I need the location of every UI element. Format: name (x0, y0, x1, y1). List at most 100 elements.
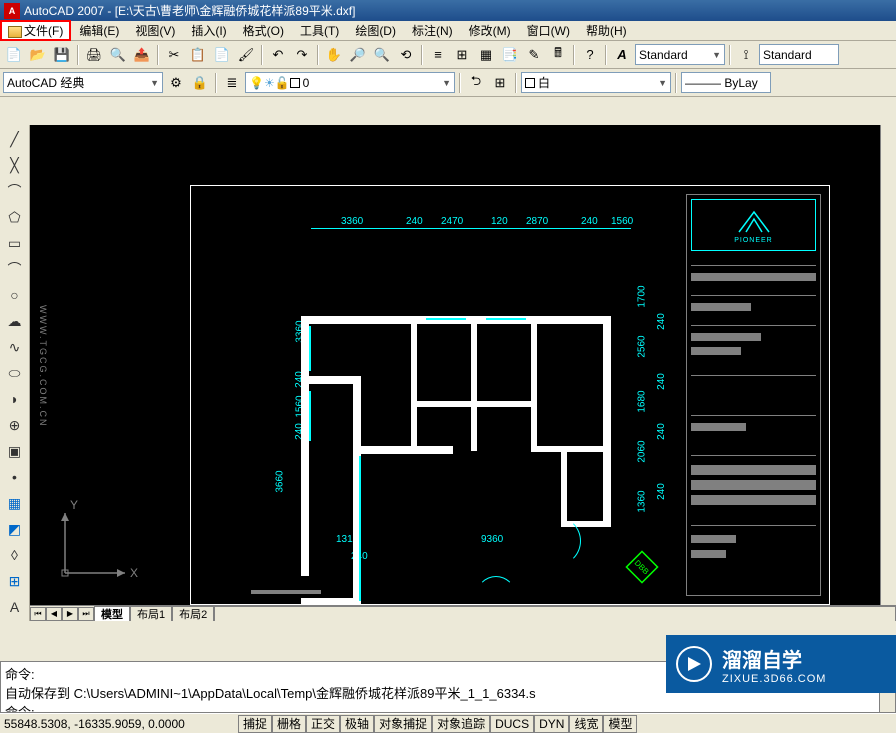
hatch-icon[interactable]: ▦ (4, 492, 26, 514)
textstyle-combo[interactable]: Standard▼ (635, 44, 725, 65)
match-icon[interactable]: 🖌 (235, 44, 257, 66)
gradient-icon[interactable]: ◩ (4, 518, 26, 540)
help-icon[interactable]: ? (579, 44, 601, 66)
tab-last-icon[interactable]: ⏭ (78, 607, 94, 621)
copy-icon[interactable]: 📋 (187, 44, 209, 66)
menu-insert[interactable]: 插入(I) (183, 20, 234, 41)
layer-prev-icon[interactable]: ⮌ (465, 72, 487, 94)
plot-icon[interactable]: 🖨 (83, 44, 105, 66)
otrack-toggle[interactable]: 对象追踪 (432, 715, 490, 733)
ws-settings-icon[interactable]: ⚙ (165, 72, 187, 94)
zoom-rt-icon[interactable]: 🔎 (347, 44, 369, 66)
menu-window[interactable]: 窗口(W) (519, 20, 578, 41)
ducs-toggle[interactable]: DUCS (490, 715, 534, 733)
new-icon[interactable]: 📄 (3, 44, 25, 66)
tab-layout2[interactable]: 布局2 (172, 606, 214, 622)
osnap-toggle[interactable]: 对象捕捉 (374, 715, 432, 733)
xline-icon[interactable]: ╳ (4, 154, 26, 176)
menu-view[interactable]: 视图(V) (127, 20, 183, 41)
style-a-icon[interactable]: A (611, 44, 633, 66)
polygon-icon[interactable]: ⬠ (4, 206, 26, 228)
dimstyle-icon[interactable]: ⟟ (735, 44, 757, 66)
vertical-scrollbar[interactable] (880, 125, 896, 605)
block-icon[interactable]: ▣ (4, 440, 26, 462)
insert-icon[interactable]: ⊕ (4, 414, 26, 436)
horizontal-scrollbar[interactable] (214, 606, 896, 622)
line-icon[interactable]: ╱ (4, 128, 26, 150)
color-combo[interactable]: 白 ▼ (521, 72, 671, 93)
tab-model[interactable]: 模型 (94, 606, 130, 622)
revcloud-icon[interactable]: ☁ (4, 310, 26, 332)
table-icon[interactable]: ⊞ (4, 570, 26, 592)
snap-toggle[interactable]: 捕捉 (238, 715, 272, 733)
undo-icon[interactable]: ↶ (267, 44, 289, 66)
draw-toolbar: ╱ ╳ ⌒ ⬠ ▭ ⌒ ○ ☁ ∿ ⬭ ◗ ⊕ ▣ • ▦ ◩ ◊ ⊞ A (0, 125, 30, 621)
layer-state-icon[interactable]: ⊞ (489, 72, 511, 94)
save-icon[interactable]: 💾 (51, 44, 73, 66)
region-icon[interactable]: ◊ (4, 544, 26, 566)
scale-bar (251, 590, 321, 594)
redo-icon[interactable]: ↷ (291, 44, 313, 66)
paste-icon[interactable]: 📄 (211, 44, 233, 66)
coords-display[interactable]: 55848.5308, -16335.9059, 0.0000 (0, 717, 238, 731)
open-icon[interactable]: 📂 (27, 44, 49, 66)
rect-icon[interactable]: ▭ (4, 232, 26, 254)
linetype-combo[interactable]: ——— ByLay (681, 72, 771, 93)
dim-top-6: 1560 (611, 216, 633, 227)
layer-combo[interactable]: 💡 ☀ 🔓 0 ▼ (245, 72, 455, 93)
workspace-combo[interactable]: AutoCAD 经典▼ (3, 72, 163, 93)
zoom-win-icon[interactable]: 🔍 (371, 44, 393, 66)
menu-tools[interactable]: 工具(T) (292, 20, 347, 41)
tab-layout1[interactable]: 布局1 (130, 606, 172, 622)
dimstyle-combo[interactable]: Standard (759, 44, 839, 65)
tab-first-icon[interactable]: ⏮ (30, 607, 46, 621)
sheet-icon[interactable]: 📑 (499, 44, 521, 66)
pline-icon[interactable]: ⌒ (4, 180, 26, 202)
tab-next-icon[interactable]: ▶ (62, 607, 78, 621)
menu-edit[interactable]: 编辑(E) (71, 20, 127, 41)
zoom-prev-icon[interactable]: ⟲ (395, 44, 417, 66)
dim-left-outer: 3660 (275, 470, 286, 492)
dim-top-3: 120 (491, 216, 508, 227)
point-icon[interactable]: • (4, 466, 26, 488)
menu-modify[interactable]: 修改(M) (461, 20, 519, 41)
tab-prev-icon[interactable]: ◀ (46, 607, 62, 621)
menu-file[interactable]: 文件(F) (0, 20, 71, 41)
preview-icon[interactable]: 🔍 (107, 44, 129, 66)
menu-help[interactable]: 帮助(H) (578, 20, 635, 41)
spline-icon[interactable]: ∿ (4, 336, 26, 358)
publish-icon[interactable]: 📤 (131, 44, 153, 66)
calc-icon[interactable]: 🖩 (547, 44, 569, 66)
ortho-toggle[interactable]: 正交 (306, 715, 340, 733)
watermark-sub: ZIXUE.3D66.COM (722, 673, 826, 685)
title-block: PIONEER (686, 194, 821, 596)
ws-lock-icon[interactable]: 🔒 (189, 72, 211, 94)
pan-icon[interactable]: ✋ (323, 44, 345, 66)
cut-icon[interactable]: ✂ (163, 44, 185, 66)
layout-tabs-bar: ⏮ ◀ ▶ ⏭ 模型 布局1 布局2 (30, 605, 896, 621)
markup-icon[interactable]: ✎ (523, 44, 545, 66)
arc-icon[interactable]: ⌒ (4, 258, 26, 280)
dim-ro-0: 240 (656, 313, 667, 330)
polar-toggle[interactable]: 极轴 (340, 715, 374, 733)
circle-icon[interactable]: ○ (4, 284, 26, 306)
model-toggle[interactable]: 模型 (603, 715, 637, 733)
ellipse-icon[interactable]: ⬭ (4, 362, 26, 384)
grid-toggle[interactable]: 栅格 (272, 715, 306, 733)
ellipsearc-icon[interactable]: ◗ (4, 388, 26, 410)
props-icon[interactable]: ≡ (427, 44, 449, 66)
color-value: 白 (538, 74, 550, 91)
dyn-toggle[interactable]: DYN (534, 715, 569, 733)
standard-toolbar: 📄 📂 💾 🖨 🔍 📤 ✂ 📋 📄 🖌 ↶ ↷ ✋ 🔎 🔍 ⟲ ≡ ⊞ ▦ 📑 … (0, 41, 896, 69)
mtext-icon[interactable]: A (4, 596, 26, 618)
layer-props-icon[interactable]: ≣ (221, 72, 243, 94)
toolpal-icon[interactable]: ▦ (475, 44, 497, 66)
dcenter-icon[interactable]: ⊞ (451, 44, 473, 66)
menu-draw[interactable]: 绘图(D) (347, 20, 404, 41)
watermark-banner: 溜溜自学 ZIXUE.3D66.COM (666, 635, 896, 693)
menu-format[interactable]: 格式(O) (235, 20, 292, 41)
menu-dimension[interactable]: 标注(N) (404, 20, 461, 41)
floor-plan (301, 316, 641, 606)
drawing-area[interactable]: WWW.TGCG.COM.CN PIONEER (30, 125, 896, 621)
lwt-toggle[interactable]: 线宽 (569, 715, 603, 733)
